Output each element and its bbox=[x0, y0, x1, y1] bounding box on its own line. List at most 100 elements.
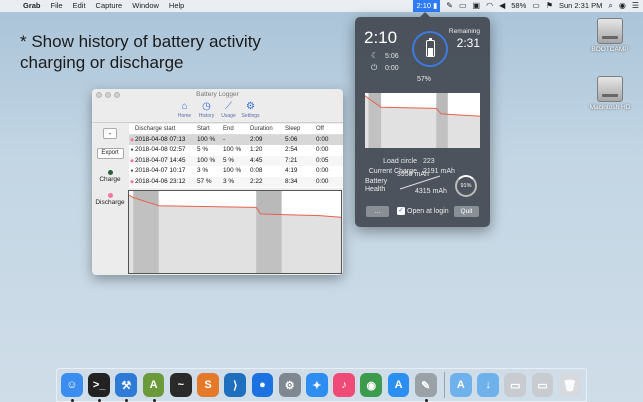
table-row[interactable]: ◆ 2018-04-06 23:12 57 % 3 % 2:22 8:34 0:00 bbox=[129, 176, 343, 187]
toolbar-history[interactable]: ◷ History bbox=[196, 101, 218, 122]
toolbar-settings[interactable]: ⚙ Settings bbox=[240, 101, 262, 122]
minimize-button[interactable] bbox=[105, 92, 111, 98]
android-studio-icon[interactable]: A bbox=[142, 373, 165, 402]
toolbar-history-label: History bbox=[198, 113, 215, 119]
window-toolbar: ⌂ Home ◷ History ⟋ Usage ⚙ Settings bbox=[92, 101, 343, 123]
search-icon[interactable]: ⌕ bbox=[608, 0, 612, 12]
sublime-text-icon[interactable]: S bbox=[197, 373, 219, 397]
screen-icon[interactable]: ▣ bbox=[473, 0, 481, 12]
table-row[interactable]: ◆ 2018-04-08 07:13 100 % -2:09 5:06 0:00 bbox=[129, 135, 343, 146]
table-row[interactable]: ● 2018-04-07 10:17 3 % 100 % 0:08 4:19 0:00 bbox=[129, 166, 343, 176]
maps-pin-icon[interactable]: ● bbox=[251, 373, 274, 397]
cell-start: 100 % bbox=[197, 156, 216, 164]
open-at-login-label: Open at login bbox=[407, 208, 449, 215]
remaining-value: 2:31 bbox=[456, 36, 480, 50]
export-button[interactable]: Export bbox=[96, 148, 124, 159]
remaining-label: Remaining bbox=[448, 28, 480, 35]
chart-icon: ⟋ bbox=[225, 101, 232, 112]
preview-icon[interactable]: ✎ bbox=[414, 373, 437, 402]
col-off[interactable]: Off bbox=[316, 124, 340, 134]
pen-icon[interactable]: ✎ bbox=[446, 0, 453, 12]
battery-health-label-2: Health bbox=[365, 186, 386, 193]
trash-icon[interactable]: 🗑 bbox=[558, 373, 581, 397]
popover-chart-svg bbox=[364, 93, 481, 148]
finder-icon[interactable]: ☺ bbox=[61, 373, 83, 402]
toolbar-usage[interactable]: ⟋ Usage bbox=[218, 101, 240, 122]
desktop-drive-bootcamp[interactable]: BOOTCAMP bbox=[580, 18, 640, 53]
dock: ☺ >_ ⚒ A ~ S ⟩ ● ⚙ ✦ ♪ ◉ A ✎ A ↓ ▭ ▭ 🗑 bbox=[56, 368, 587, 402]
menu-app-name[interactable]: Grab bbox=[23, 0, 41, 12]
cell-sleep: 7:21 bbox=[285, 156, 298, 164]
flag-icon[interactable]: ⚑ bbox=[546, 0, 553, 12]
cell-discharge-start: 2018-04-06 23:12 bbox=[135, 177, 186, 185]
menu-help[interactable]: Help bbox=[169, 0, 184, 12]
col-end[interactable]: End bbox=[223, 124, 250, 134]
applications-folder-icon[interactable]: A bbox=[449, 373, 472, 397]
full-capacity: 4315 mAh bbox=[415, 188, 447, 195]
window-titlebar: Battery Logger bbox=[92, 89, 343, 101]
toolbar-usage-label: Usage bbox=[221, 113, 236, 119]
battery-logger-status-item[interactable]: 2:10 ▮ bbox=[413, 0, 441, 12]
wifi-icon[interactable]: ◠ bbox=[486, 0, 493, 12]
cell-sleep: 8:34 bbox=[285, 177, 298, 185]
menu-edit[interactable]: Edit bbox=[73, 0, 86, 12]
volume-icon[interactable]: ◀ bbox=[499, 0, 505, 12]
table-header: Discharge start Start End Duration Sleep… bbox=[129, 124, 343, 135]
history-table: Discharge start Start End Duration Sleep… bbox=[129, 124, 343, 188]
menubar-clock[interactable]: Sun 2:31 PM bbox=[559, 0, 602, 12]
system-preferences-icon[interactable]: ⚙ bbox=[278, 373, 301, 397]
remove-button[interactable]: - bbox=[103, 128, 117, 139]
table-row[interactable]: ◆ 2018-04-07 14:45 100 % 5 % 4:45 7:21 0:05 bbox=[129, 155, 343, 167]
notification-center-icon[interactable]: ☰ bbox=[632, 0, 639, 12]
app-store-icon[interactable]: A bbox=[387, 373, 410, 397]
xcode-icon[interactable]: ⚒ bbox=[115, 373, 138, 402]
time-used: 2:10 bbox=[364, 28, 398, 47]
cell-off: 0:00 bbox=[316, 146, 329, 154]
col-sleep[interactable]: Sleep bbox=[285, 124, 316, 134]
table-row[interactable]: ● 2018-04-08 02:57 5 % 100 % 1:20 2:54 0:00 bbox=[129, 145, 343, 155]
col-start[interactable]: Start bbox=[197, 124, 223, 134]
open-at-login-checkbox[interactable]: ✓ bbox=[397, 207, 405, 215]
more-button[interactable]: ... bbox=[366, 206, 389, 217]
downloads-folder-icon[interactable]: ↓ bbox=[477, 373, 500, 397]
cell-duration: 2:22 bbox=[250, 177, 263, 185]
drive-stack-icon[interactable]: ▭ bbox=[504, 373, 527, 397]
cell-off: 0:05 bbox=[316, 156, 329, 164]
battery-icon[interactable]: ▭ bbox=[532, 0, 540, 12]
battery-percent[interactable]: 58% bbox=[511, 0, 526, 12]
zoom-button[interactable] bbox=[114, 92, 120, 98]
close-button[interactable] bbox=[96, 92, 102, 98]
col-duration[interactable]: Duration bbox=[250, 124, 285, 134]
sleep-time: 5:06 bbox=[385, 53, 399, 60]
menu-file[interactable]: File bbox=[51, 0, 63, 12]
chrome-icon[interactable]: ◉ bbox=[360, 373, 383, 397]
charge-legend-icon bbox=[107, 170, 113, 175]
house-icon: ⌂ bbox=[181, 101, 188, 112]
quit-button[interactable]: Quit bbox=[454, 206, 479, 217]
menu-capture[interactable]: Capture bbox=[96, 0, 123, 12]
siri-icon[interactable]: ◉ bbox=[619, 0, 626, 12]
menu-window[interactable]: Window bbox=[132, 0, 159, 12]
activity-monitor-icon[interactable]: ~ bbox=[169, 373, 192, 397]
vscode-icon[interactable]: ⟩ bbox=[224, 373, 247, 397]
drive-stack-2-icon[interactable]: ▭ bbox=[531, 373, 554, 397]
history-chart bbox=[128, 190, 342, 274]
sleep-icon: ☾ bbox=[371, 51, 379, 60]
toolbar-home[interactable]: ⌂ Home bbox=[174, 101, 196, 122]
col-discharge-start[interactable]: Discharge start bbox=[135, 124, 197, 134]
history-sidebar: - Export Charge Discharge bbox=[92, 124, 128, 275]
history-chart-svg bbox=[128, 191, 342, 273]
itunes-icon[interactable]: ♪ bbox=[333, 373, 356, 397]
cell-discharge-start: 2018-04-08 02:57 bbox=[135, 146, 186, 154]
cell-duration: 1:20 bbox=[250, 146, 263, 154]
cell-sleep: 4:19 bbox=[285, 167, 298, 175]
safari-icon[interactable]: ✦ bbox=[305, 373, 328, 397]
terminal-icon[interactable]: >_ bbox=[88, 373, 111, 402]
hard-drive-icon bbox=[597, 18, 623, 44]
airplay-icon[interactable]: ▭ bbox=[459, 0, 467, 12]
power-icon: ⏻ bbox=[371, 63, 378, 72]
desktop-drive-macintosh-hd[interactable]: Macintosh HD bbox=[580, 76, 640, 111]
cell-off: 0:00 bbox=[316, 177, 329, 185]
cell-discharge-start: 2018-04-07 14:45 bbox=[135, 156, 186, 164]
load-cycle-row: Load circle 223 bbox=[355, 158, 435, 165]
